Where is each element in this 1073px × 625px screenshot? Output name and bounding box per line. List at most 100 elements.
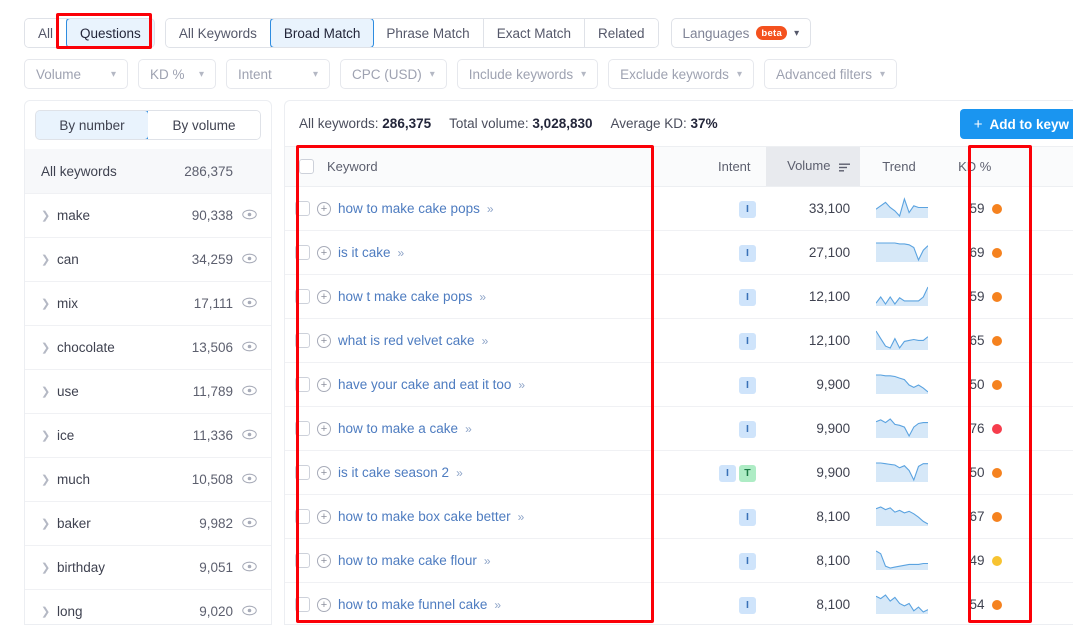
intent-badge-i[interactable]: I — [718, 464, 736, 482]
chevron-right-icon[interactable]: ❯ — [41, 297, 57, 310]
languages-dropdown[interactable]: Languages beta ▾ — [670, 18, 812, 48]
double-chevron-right-icon[interactable]: » — [398, 246, 405, 260]
add-keyword-icon[interactable]: + — [317, 201, 331, 216]
keyword-link[interactable]: how to make box cake better — [338, 509, 511, 524]
keyword-link[interactable]: have your cake and eat it too — [338, 377, 511, 392]
eye-icon[interactable] — [233, 208, 257, 223]
chevron-right-icon[interactable]: ❯ — [41, 429, 57, 442]
intent-badge-t[interactable]: T — [738, 464, 756, 482]
double-chevron-right-icon[interactable]: » — [484, 554, 491, 568]
filter-intent[interactable]: Intent ▾ — [226, 59, 330, 89]
double-chevron-right-icon[interactable]: » — [494, 598, 501, 612]
add-keyword-icon[interactable]: + — [317, 333, 331, 348]
row-checkbox[interactable] — [295, 377, 310, 392]
double-chevron-right-icon[interactable]: » — [487, 202, 494, 216]
sidebar-item-long[interactable]: ❯ long 9,020 — [25, 589, 271, 624]
row-checkbox[interactable] — [295, 421, 310, 436]
filter-include-keywords[interactable]: Include keywords ▾ — [456, 59, 599, 89]
double-chevron-right-icon[interactable]: » — [518, 510, 525, 524]
tab-exact-match[interactable]: Exact Match — [483, 19, 585, 47]
row-checkbox[interactable] — [295, 509, 310, 524]
table-row[interactable]: + have your cake and eat it too » I 9,900 50 — [285, 362, 1073, 407]
double-chevron-right-icon[interactable]: » — [456, 466, 463, 480]
row-checkbox[interactable] — [295, 245, 310, 260]
eye-icon[interactable] — [233, 384, 257, 399]
sidebar-item-ice[interactable]: ❯ ice 11,336 — [25, 413, 271, 457]
filter-advanced-filters[interactable]: Advanced filters ▾ — [763, 59, 898, 89]
chevron-right-icon[interactable]: ❯ — [41, 253, 57, 266]
row-checkbox[interactable] — [295, 289, 310, 304]
add-keyword-icon[interactable]: + — [317, 289, 331, 304]
select-all-checkbox[interactable] — [299, 159, 314, 174]
row-checkbox[interactable] — [295, 333, 310, 348]
add-keyword-icon[interactable]: + — [317, 421, 331, 436]
sidebar-item-baker[interactable]: ❯ baker 9,982 — [25, 501, 271, 545]
table-row[interactable]: + how to make funnel cake » I 8,100 54 — [285, 582, 1073, 625]
intent-badge-i[interactable]: I — [738, 244, 756, 262]
keyword-link[interactable]: how to make funnel cake — [338, 597, 487, 612]
keyword-link[interactable]: how to make cake flour — [338, 553, 477, 568]
eye-icon[interactable] — [233, 340, 257, 355]
intent-badge-i[interactable]: I — [738, 376, 756, 394]
chevron-right-icon[interactable]: ❯ — [41, 605, 57, 618]
table-row[interactable]: + is it cake » I 27,100 69 — [285, 230, 1073, 275]
sidebar-item-use[interactable]: ❯ use 11,789 — [25, 369, 271, 413]
table-row[interactable]: + what is red velvet cake » I 12,100 65 — [285, 318, 1073, 363]
intent-badge-i[interactable]: I — [738, 420, 756, 438]
tab-phrase-match[interactable]: Phrase Match — [373, 19, 484, 47]
table-row[interactable]: + how to make cake flour » I 8,100 49 — [285, 538, 1073, 583]
sidebar-toggle-by-number[interactable]: By number — [36, 111, 149, 139]
chevron-right-icon[interactable]: ❯ — [41, 561, 57, 574]
chevron-right-icon[interactable]: ❯ — [41, 517, 57, 530]
keyword-link[interactable]: how to make cake pops — [338, 201, 480, 216]
intent-badge-i[interactable]: I — [738, 200, 756, 218]
intent-badge-i[interactable]: I — [738, 332, 756, 350]
tab-related[interactable]: Related — [584, 19, 658, 47]
eye-icon[interactable] — [233, 428, 257, 443]
keyword-link[interactable]: how to make a cake — [338, 421, 458, 436]
row-checkbox[interactable] — [295, 597, 310, 612]
table-row[interactable]: + how to make box cake better » I 8,100 67 — [285, 494, 1073, 539]
sidebar-item-make[interactable]: ❯ make 90,338 — [25, 193, 271, 237]
table-header-trend[interactable]: Trend — [860, 146, 938, 187]
eye-icon[interactable] — [233, 604, 257, 619]
double-chevron-right-icon[interactable]: » — [482, 334, 489, 348]
sidebar-item-much[interactable]: ❯ much 10,508 — [25, 457, 271, 501]
filter-cpc-usd-[interactable]: CPC (USD) ▾ — [340, 59, 447, 89]
chevron-right-icon[interactable]: ❯ — [41, 473, 57, 486]
table-row[interactable]: + how to make cake pops » I 33,100 59 — [285, 186, 1073, 231]
eye-icon[interactable] — [233, 296, 257, 311]
double-chevron-right-icon[interactable]: » — [479, 290, 486, 304]
sidebar-item-can[interactable]: ❯ can 34,259 — [25, 237, 271, 281]
eye-icon[interactable] — [233, 472, 257, 487]
add-keyword-icon[interactable]: + — [317, 245, 331, 260]
intent-badge-i[interactable]: I — [738, 596, 756, 614]
add-to-keyword-list-button[interactable]: + Add to keyw — [959, 109, 1073, 139]
intent-badge-i[interactable]: I — [738, 508, 756, 526]
add-keyword-icon[interactable]: + — [317, 509, 331, 524]
chevron-right-icon[interactable]: ❯ — [41, 209, 57, 222]
row-checkbox[interactable] — [295, 201, 310, 216]
eye-icon[interactable] — [233, 560, 257, 575]
table-header-volume[interactable]: Volume — [765, 146, 861, 187]
filter-exclude-keywords[interactable]: Exclude keywords ▾ — [608, 59, 754, 89]
table-header-intent[interactable]: Intent — [702, 146, 766, 187]
keyword-link[interactable]: is it cake — [338, 245, 391, 260]
eye-icon[interactable] — [233, 252, 257, 267]
add-keyword-icon[interactable]: + — [317, 465, 331, 480]
sidebar-item-all-keywords[interactable]: All keywords 286,375 — [25, 149, 271, 193]
table-row[interactable]: + is it cake season 2» I T 9,900 50 — [285, 450, 1073, 495]
tab-all[interactable]: All — [25, 19, 68, 47]
tab-questions[interactable]: Questions — [66, 19, 154, 47]
add-keyword-icon[interactable]: + — [317, 597, 331, 612]
filter-kd-[interactable]: KD % ▾ — [138, 59, 216, 89]
row-checkbox[interactable] — [295, 465, 310, 480]
chevron-right-icon[interactable]: ❯ — [41, 341, 57, 354]
table-header-kd[interactable]: KD % — [937, 146, 1012, 187]
sidebar-toggle-by-volume[interactable]: By volume — [148, 111, 260, 139]
sidebar-item-chocolate[interactable]: ❯ chocolate 13,506 — [25, 325, 271, 369]
intent-badge-i[interactable]: I — [738, 288, 756, 306]
sidebar-item-birthday[interactable]: ❯ birthday 9,051 — [25, 545, 271, 589]
keyword-link[interactable]: what is red velvet cake — [338, 333, 475, 348]
keyword-link[interactable]: how t make cake pops — [338, 289, 472, 304]
